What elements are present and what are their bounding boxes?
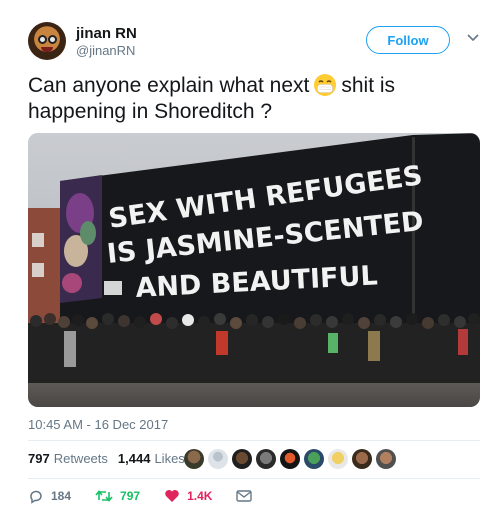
tweet-actions: 184 797 1.4K <box>28 488 283 504</box>
crowd <box>28 313 480 383</box>
follow-button[interactable]: Follow <box>366 26 450 54</box>
tweet-header: jinan RN @jinanRN Follow <box>28 22 480 62</box>
liker-avatar[interactable] <box>232 449 252 469</box>
divider <box>28 478 480 479</box>
likes-count: 1,444 <box>117 451 151 466</box>
retweets-stat[interactable]: 797 Retweets <box>28 451 108 466</box>
likes-stat[interactable]: 1,444 Likes <box>118 451 185 466</box>
liker-avatar[interactable] <box>352 449 372 469</box>
liker-avatars <box>184 449 400 469</box>
like-button[interactable]: 1.4K <box>164 488 212 504</box>
like-count: 1.4K <box>187 489 213 503</box>
divider <box>28 440 480 441</box>
liker-avatar[interactable] <box>304 449 324 469</box>
liker-avatar[interactable] <box>280 449 300 469</box>
direct-message-button[interactable] <box>236 489 259 503</box>
reply-count: 184 <box>51 489 72 503</box>
tweet-text-start: Can anyone explain what next <box>28 74 310 97</box>
retweets-count: 797 <box>28 451 50 466</box>
tweet-photo[interactable]: SEX WITH REFUGEES IS JASMINE-SCENTED AND… <box>28 133 480 407</box>
heart-icon <box>165 490 179 502</box>
engagement-stats: 797 Retweets 1,444 Likes <box>28 451 195 466</box>
liker-avatar[interactable] <box>328 449 348 469</box>
retweets-label: Retweets <box>53 451 108 466</box>
reply-button[interactable]: 184 <box>28 488 71 504</box>
tweet-text: Can anyone explain what next shit is hap… <box>28 73 468 125</box>
liker-avatar[interactable] <box>184 449 204 469</box>
tweet-timestamp[interactable]: 10:45 AM - 16 Dec 2017 <box>28 417 168 432</box>
author-handle[interactable]: @jinanRN <box>76 43 135 58</box>
author-name[interactable]: jinan RN <box>76 25 137 42</box>
retweet-button[interactable]: 797 <box>95 488 140 504</box>
retweet-count: 797 <box>120 489 141 503</box>
envelope-icon <box>236 490 253 502</box>
liker-avatar[interactable] <box>376 449 396 469</box>
chevron-down-icon[interactable] <box>466 30 480 44</box>
liker-avatar[interactable] <box>256 449 276 469</box>
likes-label: Likes <box>154 451 185 466</box>
avatar[interactable] <box>28 22 66 60</box>
liker-avatar[interactable] <box>208 449 228 469</box>
retweet-icon <box>95 490 113 502</box>
reply-icon <box>30 490 42 504</box>
medical-mask-emoji-icon <box>314 74 337 96</box>
